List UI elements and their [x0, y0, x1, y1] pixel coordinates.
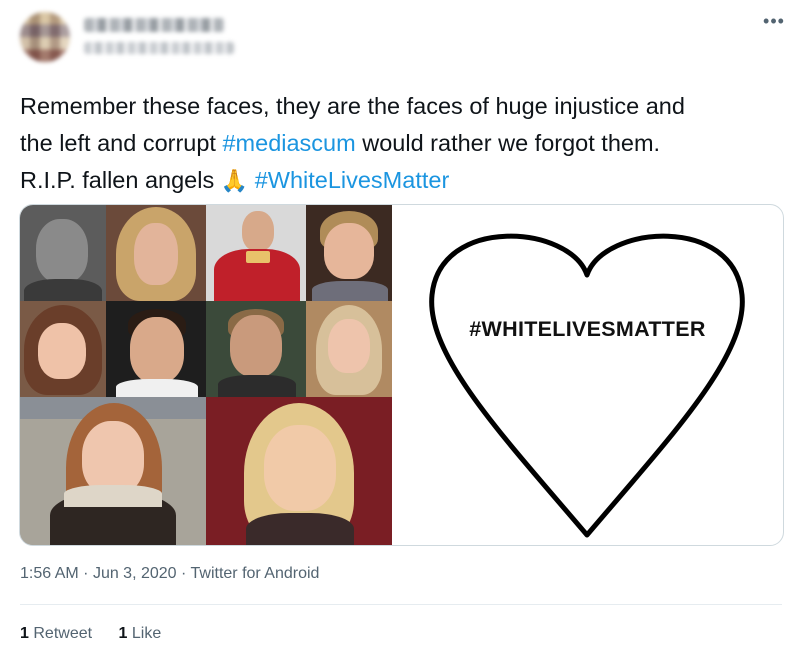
folded-hands-emoji-icon: 🙏 [220, 168, 249, 193]
face-shape [242, 211, 274, 251]
hashtag-whitelivesmatter-link[interactable]: #WhiteLivesMatter [255, 167, 450, 193]
retweets-count: 1 [20, 625, 29, 642]
avatar[interactable] [20, 12, 70, 62]
photo-tile [206, 397, 392, 545]
retweets-stat[interactable]: 1 Retweet [20, 625, 92, 643]
face-shape [134, 223, 178, 285]
tweet-text-segment: would rather we forgot them. [355, 130, 661, 156]
shirt-shape [116, 379, 198, 397]
face-shape [324, 223, 374, 279]
face-shape [38, 323, 86, 379]
retweets-label: Retweet [33, 625, 93, 642]
heart-outline-icon [429, 233, 745, 538]
photo-tile [206, 205, 306, 301]
body-shape [312, 281, 388, 301]
face-shape [264, 425, 336, 511]
likes-stat[interactable]: 1 Like [119, 625, 162, 643]
face-shape [328, 319, 370, 373]
photo-tile [306, 301, 392, 397]
tweet-text-segment: Remember these faces, they are the faces… [20, 93, 685, 119]
collar-shape [246, 251, 270, 263]
tweet-source-link[interactable]: Twitter for Android [191, 565, 320, 582]
body-shape [218, 375, 296, 397]
separator-dot: · [181, 565, 191, 582]
tweet-text-line2: the left and corrupt #mediascum would ra… [20, 125, 790, 162]
likes-count: 1 [118, 625, 128, 642]
photo-tile [306, 205, 392, 301]
face-shape [230, 315, 282, 377]
tweet-date-link[interactable]: Jun 3, 2020 [93, 565, 177, 582]
divider [20, 604, 782, 605]
uniform-shape [246, 513, 354, 545]
photo-collage[interactable] [20, 205, 392, 545]
fur-collar-shape [64, 485, 162, 507]
tweet-text-line3: R.I.P. fallen angels 🙏 #WhiteLivesMatter [20, 162, 790, 199]
tweet-time-link[interactable]: 1:56 AM [20, 565, 79, 582]
face-shape [82, 421, 144, 495]
engagement-stats: 1 Retweet 1 Like [20, 625, 183, 643]
tweet-text-segment: the left and corrupt [20, 130, 223, 156]
photo-tile [206, 301, 306, 397]
tweet-media[interactable]: #WHITELIVESMATTER [19, 204, 784, 546]
face-shape [130, 317, 184, 383]
hashtag-mediascum-link[interactable]: #mediascum [222, 130, 355, 156]
photo-tile [106, 205, 206, 301]
tweet-text: Remember these faces, they are the faces… [20, 88, 790, 199]
tweet-metadata: 1:56 AM · Jun 3, 2020 · Twitter for Andr… [20, 565, 319, 583]
photo-tile [106, 301, 206, 397]
heart-text: #WHITELIVESMATTER [469, 317, 706, 341]
face-shape [36, 219, 88, 283]
photo-tile [20, 397, 206, 545]
author-name-blurred[interactable] [84, 18, 224, 32]
photo-tile [20, 301, 106, 397]
separator-dot: · [83, 565, 93, 582]
heart-graphic[interactable]: #WHITELIVESMATTER [392, 205, 783, 545]
likes-label: Like [131, 625, 162, 642]
photo-tile [20, 205, 106, 301]
author-handle-blurred[interactable] [84, 42, 234, 54]
body-shape [24, 279, 102, 301]
more-options-icon[interactable]: ••• [762, 12, 786, 36]
tweet-text-segment: R.I.P. fallen angels [20, 167, 221, 193]
tweet-text-line1: Remember these faces, they are the faces… [20, 88, 790, 125]
